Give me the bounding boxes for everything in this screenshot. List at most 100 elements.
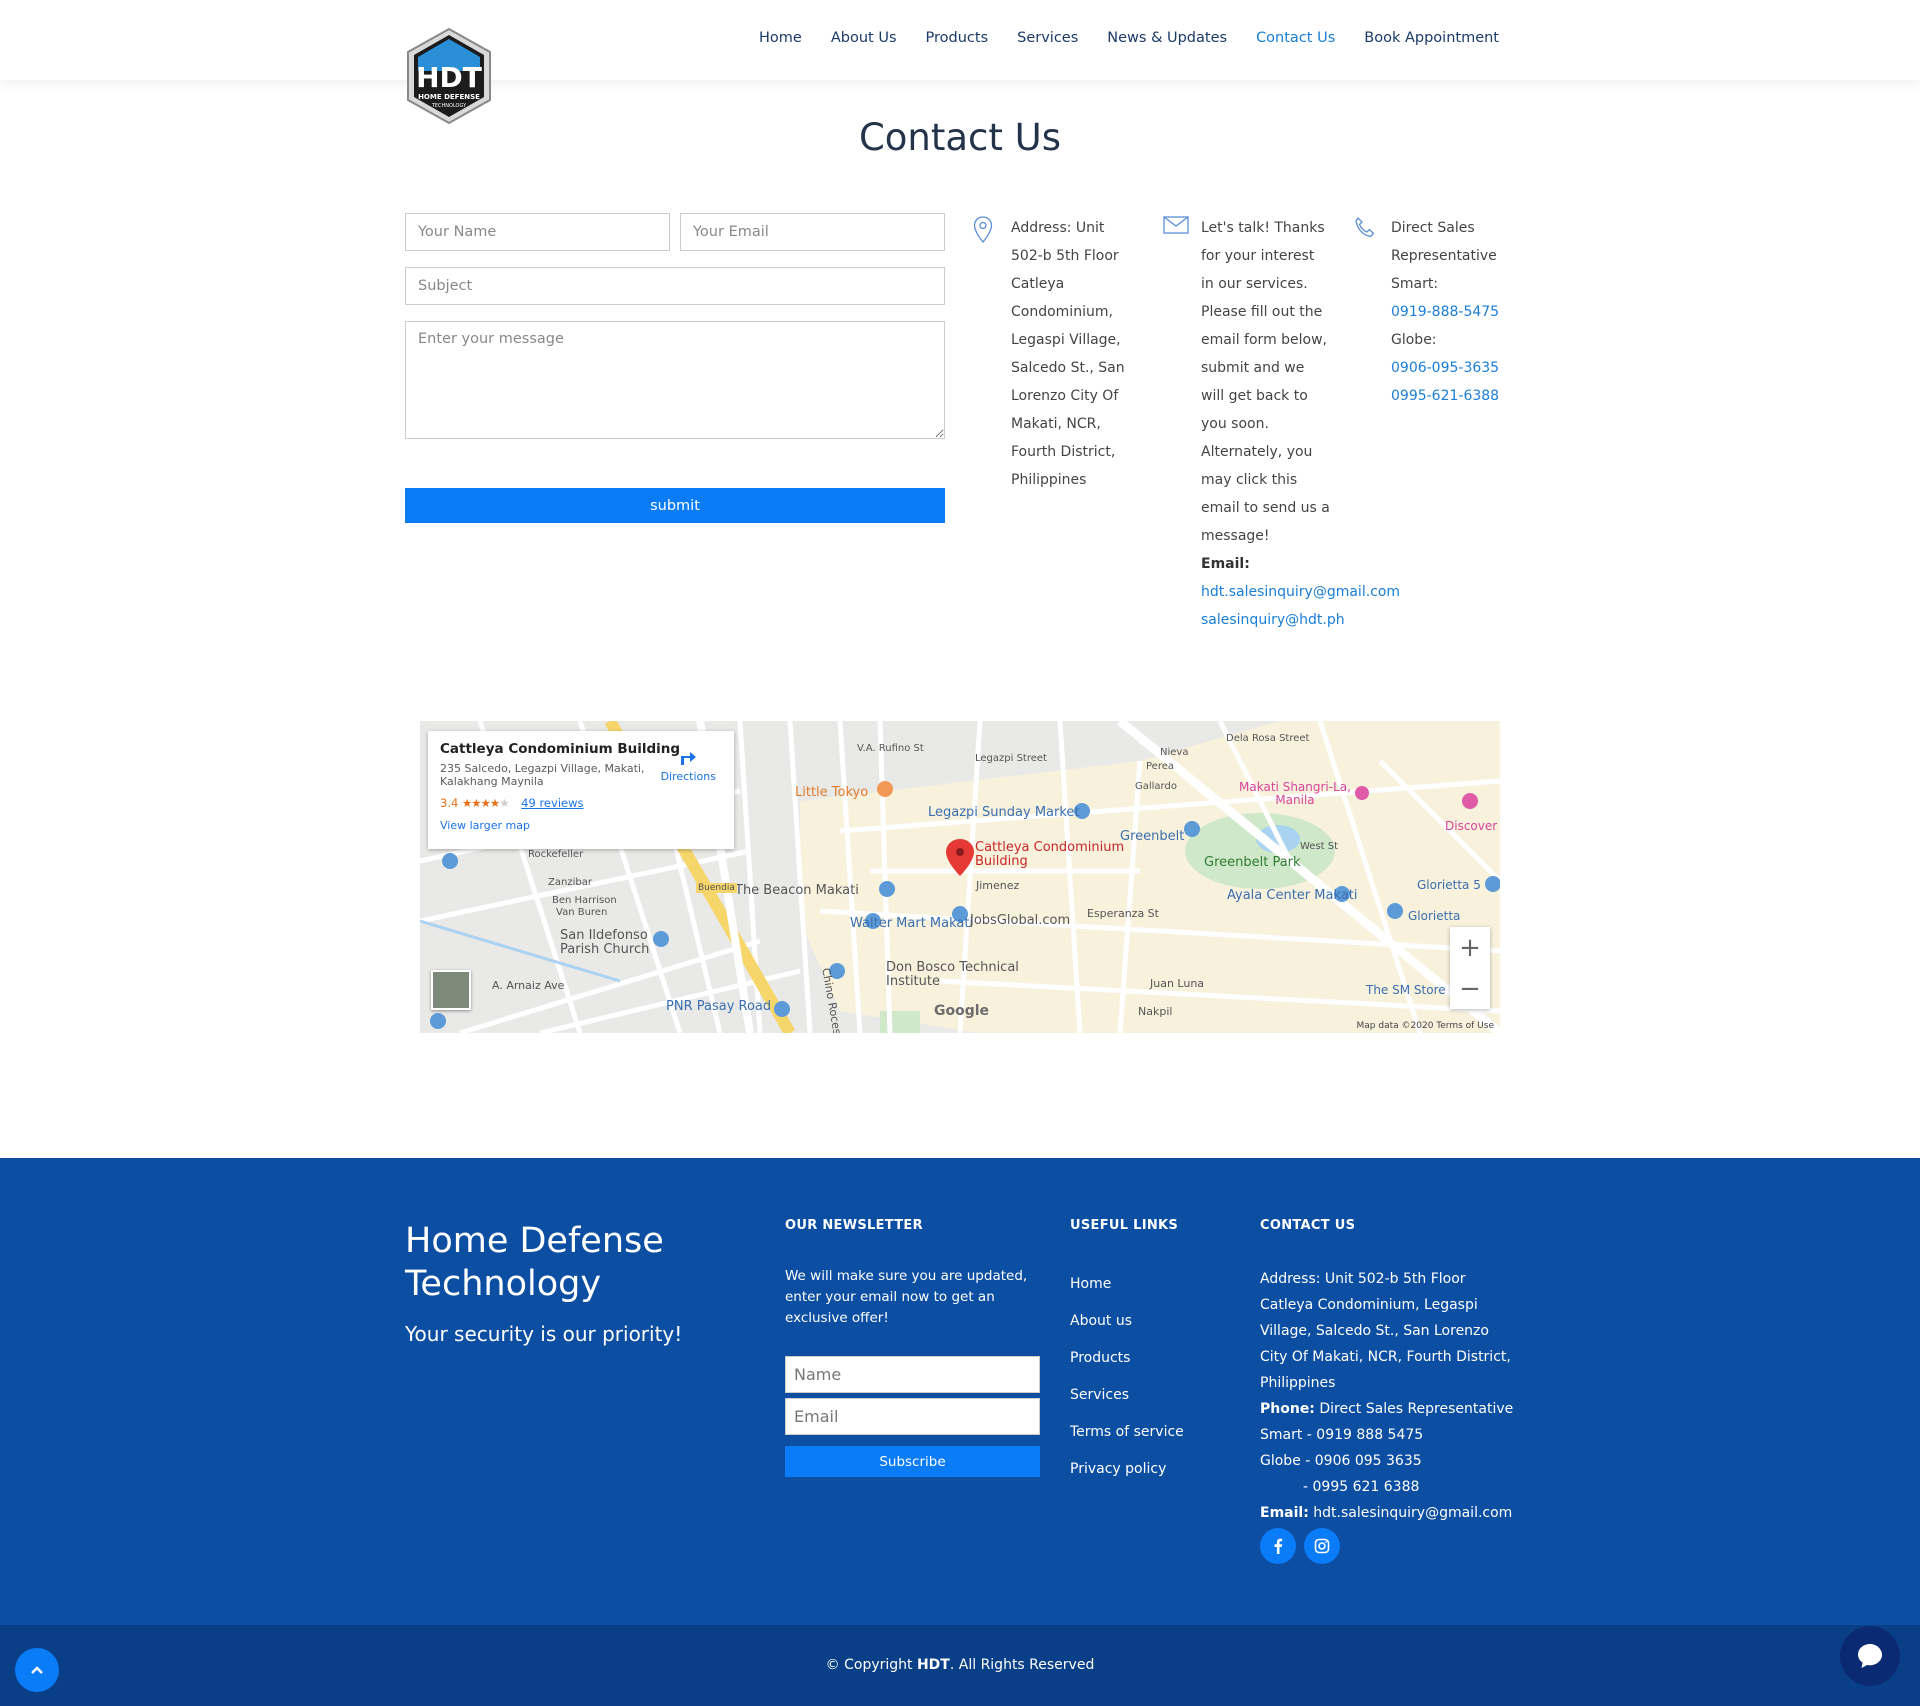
footer-address: Address: Unit 502-b 5th Floor Catleya Co… [1260, 1271, 1511, 1391]
directions-label: Directions [660, 770, 716, 783]
map-label-greenbelt-park: Greenbelt Park [1204, 855, 1301, 870]
newsletter-name-field[interactable] [785, 1356, 1040, 1393]
nav-book-appointment[interactable]: Book Appointment [1364, 30, 1499, 46]
useful-links-list: Home About us Products Services Terms of… [1070, 1266, 1184, 1488]
footer-email-line: Email: hdt.salesinquiry@gmail.com [1260, 1500, 1520, 1526]
google-map-embed[interactable]: Little Tokyo Legazpi Sunday Market Green… [420, 721, 1500, 1033]
map-label-legazpi-street: Legazpi Street [975, 753, 1047, 764]
globe-number-link-1[interactable]: 0906-095-3635 [1391, 354, 1506, 382]
map-label-glorietta-5: Glorietta 5 [1417, 878, 1481, 892]
back-to-top-button[interactable] [15, 1648, 59, 1692]
message-field[interactable] [405, 321, 945, 439]
chat-bubble-icon [1858, 1644, 1882, 1668]
map-label-juan-luna: Juan Luna [1150, 977, 1205, 990]
footer-link-home[interactable]: Home [1070, 1266, 1184, 1303]
subscribe-button[interactable]: Subscribe [785, 1446, 1040, 1477]
map-label-glorietta: Glorietta [1408, 909, 1461, 923]
footer-link-services[interactable]: Services [1070, 1377, 1184, 1414]
map-label-don-bosco: Don Bosco Technical Institute [886, 960, 1019, 989]
map-label-esperanza: Esperanza St [1087, 907, 1159, 920]
place-address: 235 Salcedo, Legazpi Village, Makati, Ka… [440, 762, 645, 788]
map-label-west-st: West St [1300, 841, 1339, 852]
map-label-van-buren: Van Buren [556, 907, 608, 918]
rating-empty-star-icon: ★ [499, 796, 510, 810]
map-label-nieva: Nieva [1160, 747, 1189, 758]
map-attribution[interactable]: Map data ©2020 Terms of Use [1357, 1021, 1494, 1031]
nav-about-us[interactable]: About Us [831, 30, 897, 46]
name-field[interactable] [405, 213, 670, 251]
copyright-bar: © Copyright HDT. All Rights Reserved [0, 1625, 1920, 1706]
email-link-hdt[interactable]: salesinquiry@hdt.ph [1201, 606, 1345, 634]
footer-contact-block: Address: Unit 502-b 5th Floor Catleya Co… [1260, 1266, 1520, 1526]
map-label-buendia: Buendia [696, 883, 737, 893]
footer-phone-text: Direct Sales Representative [1319, 1401, 1514, 1417]
nav-products[interactable]: Products [926, 30, 989, 46]
footer-link-about[interactable]: About us [1070, 1303, 1184, 1340]
zoom-in-button[interactable]: + [1450, 927, 1490, 968]
newsletter-email-field[interactable] [785, 1398, 1040, 1435]
site-footer: Home Defense Technology Your security is… [0, 1158, 1920, 1625]
chevron-up-icon [31, 1666, 43, 1674]
zoom-out-button[interactable]: − [1450, 968, 1490, 1009]
email-link-gmail[interactable]: hdt.salesinquiry@gmail.com [1201, 578, 1400, 606]
map-label-zanzibar: Zanzibar [548, 877, 592, 888]
instagram-button[interactable] [1304, 1528, 1340, 1564]
map-label-dela-rosa: Dela Rosa Street [1226, 733, 1310, 744]
copyright-post: . All Rights Reserved [949, 1657, 1095, 1673]
directions-icon [681, 752, 697, 765]
newsletter-heading: OUR NEWSLETTER [785, 1218, 923, 1233]
map-label-ayala-center: Ayala Center Makati [1227, 888, 1358, 903]
footer-brand: Home Defense Technology [405, 1221, 664, 1304]
phone-icon [1353, 216, 1377, 250]
subject-field[interactable] [405, 267, 945, 305]
map-label-little-tokyo: Little Tokyo [795, 785, 869, 800]
submit-button[interactable]: submit [405, 488, 945, 523]
map-label-jobsglobal: JobsGlobal.com [970, 913, 1071, 928]
talk-text: Let's talk! Thanks for your interest in … [1201, 220, 1330, 544]
map-label-ben-harrison: Ben Harrison [552, 895, 617, 906]
reviews-link[interactable]: 49 reviews [521, 796, 583, 810]
useful-links-heading: USEFUL LINKS [1070, 1218, 1179, 1233]
view-larger-map-link[interactable]: View larger map [440, 819, 722, 832]
instagram-icon [1314, 1538, 1330, 1554]
nav-home[interactable]: Home [759, 30, 802, 46]
place-info-card: Cattleya Condominium Building 235 Salced… [428, 731, 734, 849]
site-logo[interactable]: HDT HOME DEFENSE TECHNOLOGY [404, 27, 494, 125]
nav-contact-us[interactable]: Contact Us [1256, 30, 1335, 46]
footer-link-products[interactable]: Products [1070, 1340, 1184, 1377]
rating-value: 3.4 [440, 796, 459, 810]
footer-globe-line: Globe - 0906 095 3635 [1260, 1453, 1422, 1469]
globe-number-link-2[interactable]: 0995-621-6388 [1391, 382, 1506, 410]
footer-globe-line-2: - 0995 621 6388 [1303, 1479, 1420, 1495]
page-title: Contact Us [858, 116, 1062, 159]
map-label-va-rufino: V.A. Rufino St [857, 743, 924, 754]
map-label-rockefeller: Rockefeller [528, 849, 584, 860]
map-label-discover: Discover [1445, 819, 1498, 833]
smart-number-link[interactable]: 0919-888-5475 [1391, 298, 1506, 326]
nav-news-updates[interactable]: News & Updates [1107, 30, 1227, 46]
copyright-pre: © Copyright [825, 1657, 917, 1673]
map-label-perea: Perea [1146, 761, 1174, 772]
site-header: Home About Us Products Services News & U… [0, 0, 1920, 80]
facebook-button[interactable] [1260, 1528, 1296, 1564]
map-label-nakpil: Nakpil [1138, 1005, 1173, 1018]
satellite-toggle[interactable] [431, 970, 471, 1010]
copyright-brand: HDT [916, 1657, 950, 1673]
svg-text:TECHNOLOGY: TECHNOLOGY [431, 103, 467, 109]
svg-text:HOME DEFENSE: HOME DEFENSE [418, 93, 480, 101]
footer-link-terms[interactable]: Terms of service [1070, 1414, 1184, 1451]
footer-link-privacy[interactable]: Privacy policy [1070, 1451, 1184, 1488]
map-label-legazpi-sunday-market: Legazpi Sunday Market [928, 805, 1080, 820]
nav-services[interactable]: Services [1017, 30, 1078, 46]
footer-contact-heading: CONTACT US [1260, 1218, 1356, 1233]
chat-button[interactable] [1840, 1626, 1900, 1686]
envelope-icon [1163, 216, 1189, 244]
svg-text:HDT: HDT [416, 61, 482, 94]
map-label-gallardo: Gallardo [1135, 781, 1177, 792]
footer-tagline: Your security is our priority! [405, 1322, 683, 1346]
zoom-controls: + − [1450, 927, 1490, 1009]
directions-button[interactable]: Directions [661, 745, 716, 783]
newsletter-text: We will make sure you are updated, enter… [785, 1268, 1028, 1326]
address-text: Address: Unit 502-b 5th Floor Catleya Co… [1011, 220, 1125, 488]
email-field[interactable] [680, 213, 945, 251]
